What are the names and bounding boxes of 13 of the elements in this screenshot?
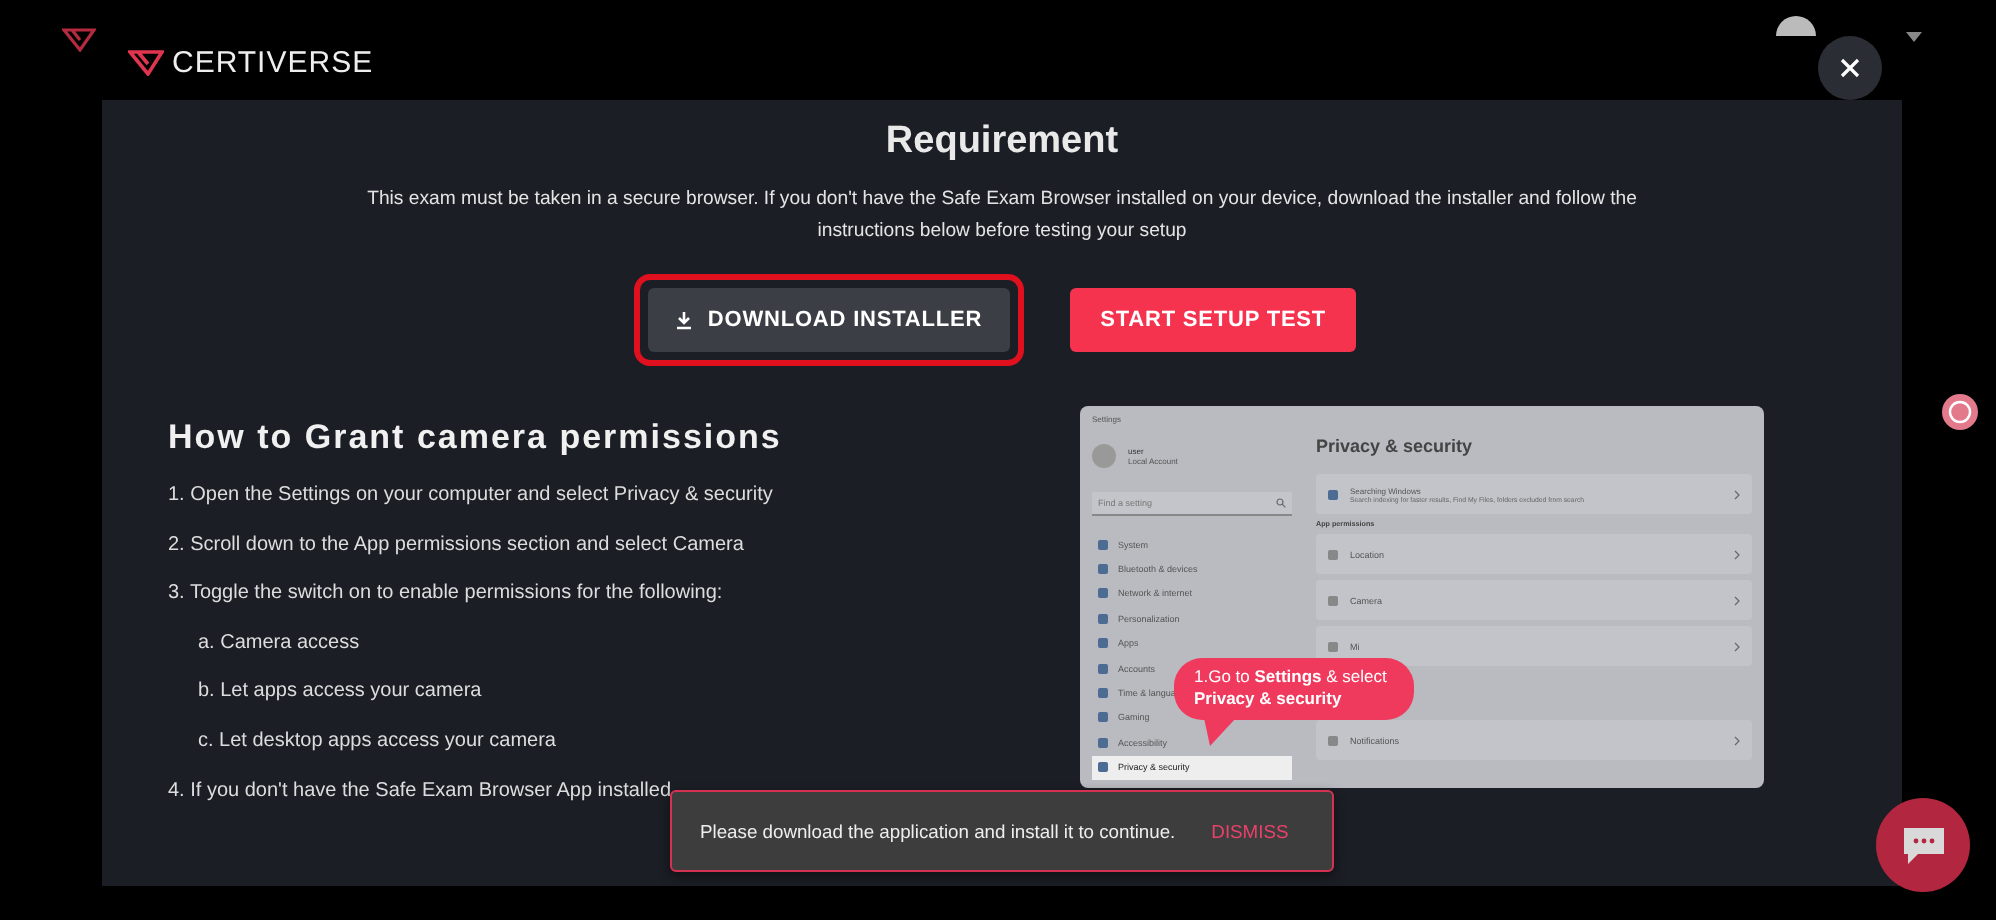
sub-step-text: c. Let desktop apps access your camera [196,727,558,756]
step-text: 1. Open the Settings on your computer and select Privacy & security [168,482,775,510]
step-text: 2. Scroll down to the App permissions section and select Camera [168,531,746,560]
description: This exam must be taken in a secure browser. If you don't have the Safe Exam Browser installed on your device, download the installer and follow the instructions below before testing your setup [365,186,1639,246]
step-text: 3. Toggle the switch on to enable permissions for the following: [168,580,725,609]
toast-message: Please download the application and install it to continue. [700,820,1176,842]
modal-title: Requirement [885,120,1119,164]
page-title: Privacy & security [1316,436,1475,456]
brand-name: CERTIVERSE [172,46,374,80]
sub-step-text: a. Camera access [196,629,362,658]
sub-step-text: b. Let apps access your camera [196,678,484,707]
step-text: 4. If you don't have the Safe Exam Browser App installed [168,777,673,806]
section-title: How to Grant camera permissions [168,418,782,458]
